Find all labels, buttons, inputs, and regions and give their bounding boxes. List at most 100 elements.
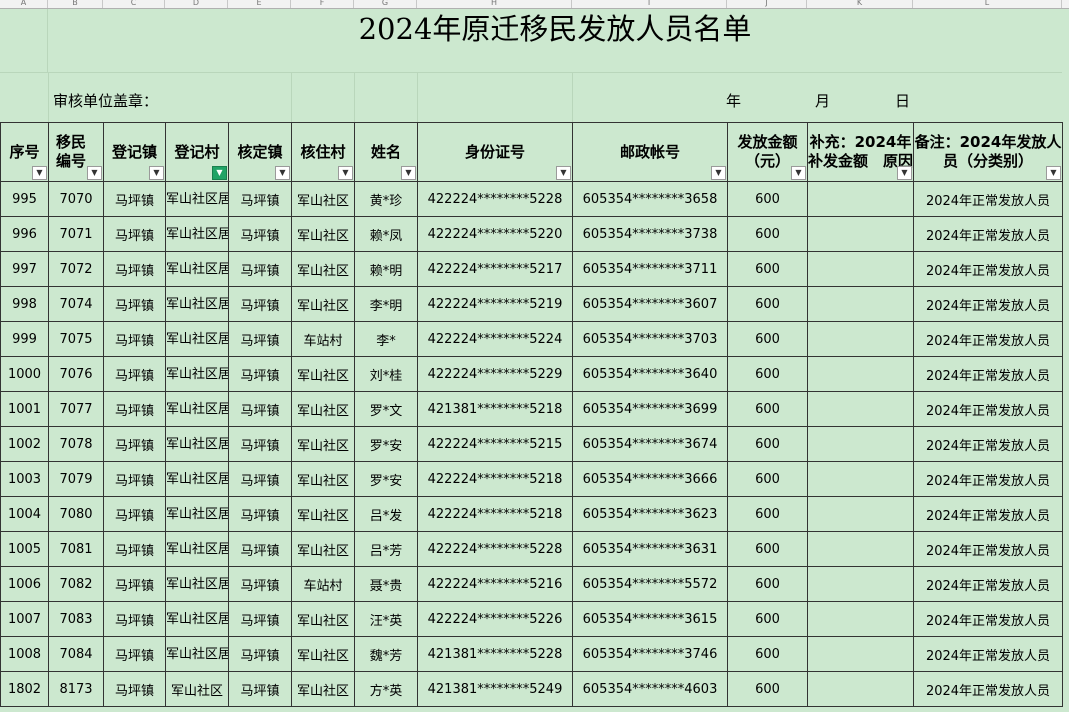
cell-reg-town[interactable]: 马坪镇 — [103, 251, 166, 287]
cell-postal-account[interactable]: 605354********4603 — [572, 671, 728, 707]
header-seq[interactable]: 序号 ▼ — [0, 122, 49, 182]
cell-reg-village[interactable]: 军山社区居委会 — [165, 566, 229, 602]
cell-supplement[interactable] — [807, 321, 914, 357]
cell-residence-village[interactable]: 军山社区 — [291, 251, 355, 287]
cell-migrant-code[interactable]: 7076 — [48, 356, 104, 392]
cell-seq[interactable]: 1005 — [0, 531, 49, 567]
cell-verified-town[interactable]: 马坪镇 — [228, 391, 292, 427]
filter-dropdown-icon[interactable]: ▼ — [401, 166, 416, 180]
filter-dropdown-icon[interactable]: ▼ — [149, 166, 164, 180]
cell-residence-village[interactable]: 军山社区 — [291, 636, 355, 672]
cell-verified-town[interactable]: 马坪镇 — [228, 286, 292, 322]
cell-id-number[interactable]: 422224********5218 — [417, 461, 573, 497]
cell-amount[interactable]: 600 — [727, 321, 808, 357]
cell-reg-village[interactable]: 军山社区居委会 — [165, 461, 229, 497]
cell-postal-account[interactable]: 605354********3746 — [572, 636, 728, 672]
cell-residence-village[interactable]: 车站村 — [291, 321, 355, 357]
cell-verified-town[interactable]: 马坪镇 — [228, 181, 292, 217]
cell-postal-account[interactable]: 605354********3738 — [572, 216, 728, 252]
cell-amount[interactable]: 600 — [727, 216, 808, 252]
cell-reg-village[interactable]: 军山社区居委会 — [165, 531, 229, 567]
cell-name[interactable]: 汪*英 — [354, 601, 418, 637]
cell-seq[interactable]: 996 — [0, 216, 49, 252]
cell-residence-village[interactable]: 军山社区 — [291, 216, 355, 252]
cell-supplement[interactable] — [807, 636, 914, 672]
cell-amount[interactable]: 600 — [727, 496, 808, 532]
cell-supplement[interactable] — [807, 671, 914, 707]
cell-amount[interactable]: 600 — [727, 286, 808, 322]
cell-id-number[interactable]: 422224********5216 — [417, 566, 573, 602]
cell-reg-village[interactable]: 军山社区居委会 — [165, 321, 229, 357]
column-letter[interactable]: K — [807, 0, 913, 8]
cell-reg-village[interactable]: 军山社区居委会 — [165, 251, 229, 287]
cell-postal-account[interactable]: 605354********3666 — [572, 461, 728, 497]
cell-name[interactable]: 罗*安 — [354, 461, 418, 497]
filter-dropdown-icon[interactable]: ▼ — [791, 166, 806, 180]
cell-id-number[interactable]: 422224********5218 — [417, 496, 573, 532]
cell-supplement[interactable] — [807, 181, 914, 217]
cell-residence-village[interactable]: 军山社区 — [291, 286, 355, 322]
column-letter[interactable]: H — [417, 0, 572, 8]
cell-name[interactable]: 黄*珍 — [354, 181, 418, 217]
cell-supplement[interactable] — [807, 461, 914, 497]
column-letter[interactable]: E — [228, 0, 291, 8]
column-letter[interactable]: F — [291, 0, 354, 8]
cell-verified-town[interactable]: 马坪镇 — [228, 496, 292, 532]
cell-residence-village[interactable]: 军山社区 — [291, 181, 355, 217]
cell-postal-account[interactable]: 605354********3711 — [572, 251, 728, 287]
page-title[interactable]: 2024年原迁移民发放人员名单 — [48, 9, 1062, 73]
cell-name[interactable]: 刘*桂 — [354, 356, 418, 392]
cell-reg-town[interactable]: 马坪镇 — [103, 636, 166, 672]
cell-supplement[interactable] — [807, 216, 914, 252]
cell-reg-village[interactable]: 军山社区居委会 — [165, 286, 229, 322]
filter-dropdown-icon[interactable]: ▼ — [32, 166, 47, 180]
cell-note[interactable]: 2024年正常发放人员 — [913, 496, 1063, 532]
cell-residence-village[interactable]: 军山社区 — [291, 461, 355, 497]
cell-name[interactable]: 罗*文 — [354, 391, 418, 427]
cell-verified-town[interactable]: 马坪镇 — [228, 671, 292, 707]
cell-migrant-code[interactable]: 7082 — [48, 566, 104, 602]
cell-note[interactable]: 2024年正常发放人员 — [913, 531, 1063, 567]
column-letter[interactable]: C — [103, 0, 165, 8]
cell-migrant-code[interactable]: 7074 — [48, 286, 104, 322]
cell-name[interactable]: 李* — [354, 321, 418, 357]
cell-amount[interactable]: 600 — [727, 461, 808, 497]
column-letter[interactable]: B — [48, 0, 103, 8]
header-migrant-code[interactable]: 移民编号 ▼ — [48, 122, 104, 182]
cell-supplement[interactable] — [807, 251, 914, 287]
cell-postal-account[interactable]: 605354********3623 — [572, 496, 728, 532]
cell-reg-village[interactable]: 军山社区 — [165, 671, 229, 707]
cell-verified-town[interactable]: 马坪镇 — [228, 461, 292, 497]
filter-dropdown-icon[interactable]: ▼ — [711, 166, 726, 180]
cell-name[interactable]: 赖*凤 — [354, 216, 418, 252]
cell-residence-village[interactable]: 军山社区 — [291, 601, 355, 637]
cell-reg-town[interactable]: 马坪镇 — [103, 671, 166, 707]
cell-supplement[interactable] — [807, 426, 914, 462]
cell-reg-town[interactable]: 马坪镇 — [103, 426, 166, 462]
cell-note[interactable]: 2024年正常发放人员 — [913, 216, 1063, 252]
cell-id-number[interactable]: 421381********5228 — [417, 636, 573, 672]
cell-reg-town[interactable]: 马坪镇 — [103, 601, 166, 637]
cell-name[interactable]: 方*英 — [354, 671, 418, 707]
title-row-blank-cell[interactable] — [0, 9, 48, 73]
cell-migrant-code[interactable]: 7083 — [48, 601, 104, 637]
cell-verified-town[interactable]: 马坪镇 — [228, 321, 292, 357]
cell-seq[interactable]: 997 — [0, 251, 49, 287]
header-supplement[interactable]: 补充：2024年补发金额 原因 ▼ — [807, 122, 914, 182]
cell-postal-account[interactable]: 605354********5572 — [572, 566, 728, 602]
cell-name[interactable]: 魏*芳 — [354, 636, 418, 672]
filter-dropdown-icon[interactable]: ▼ — [87, 166, 102, 180]
cell-reg-village[interactable]: 军山社区居委会 — [165, 216, 229, 252]
cell-seq[interactable]: 1000 — [0, 356, 49, 392]
cell-reg-town[interactable]: 马坪镇 — [103, 181, 166, 217]
cell-postal-account[interactable]: 605354********3640 — [572, 356, 728, 392]
cell-id-number[interactable]: 421381********5249 — [417, 671, 573, 707]
cell-verified-town[interactable]: 马坪镇 — [228, 216, 292, 252]
cell-seq[interactable]: 1006 — [0, 566, 49, 602]
cell-verified-town[interactable]: 马坪镇 — [228, 531, 292, 567]
header-verified-town[interactable]: 核定镇 ▼ — [228, 122, 292, 182]
cell-migrant-code[interactable]: 8173 — [48, 671, 104, 707]
filter-dropdown-icon[interactable]: ▼ — [556, 166, 571, 180]
column-letter[interactable]: J — [727, 0, 807, 8]
cell-supplement[interactable] — [807, 531, 914, 567]
